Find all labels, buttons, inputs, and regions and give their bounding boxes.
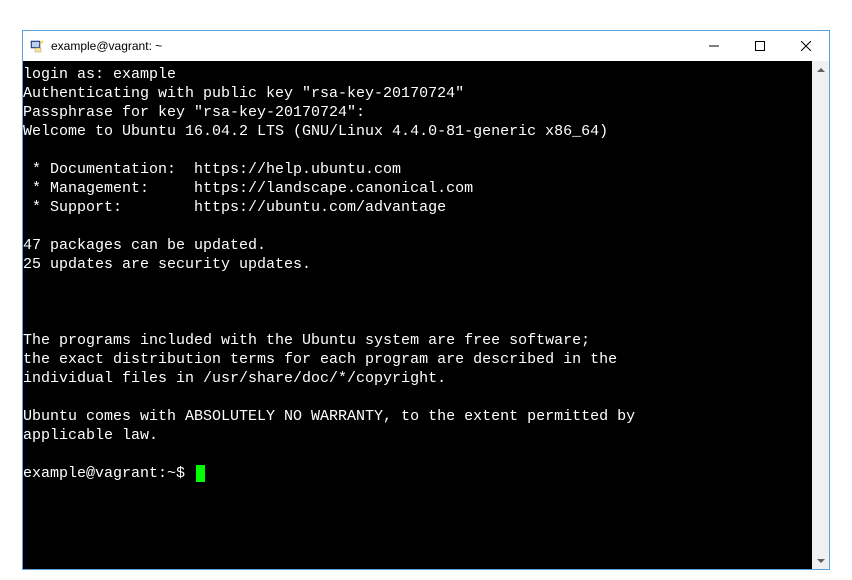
terminal-line	[23, 388, 810, 407]
terminal-window: example@vagrant: ~ login as: exampleAuth…	[22, 30, 830, 570]
terminal-line: Authenticating with public key "rsa-key-…	[23, 84, 810, 103]
terminal-line	[23, 217, 810, 236]
terminal-line: login as: example	[23, 65, 810, 84]
terminal-line: Welcome to Ubuntu 16.04.2 LTS (GNU/Linux…	[23, 122, 810, 141]
titlebar[interactable]: example@vagrant: ~	[23, 31, 829, 61]
terminal-line: the exact distribution terms for each pr…	[23, 350, 810, 369]
terminal-line	[23, 141, 810, 160]
terminal-line: individual files in /usr/share/doc/*/cop…	[23, 369, 810, 388]
terminal-line	[23, 445, 810, 464]
terminal-prompt[interactable]: example@vagrant:~$	[23, 464, 810, 483]
scrollbar-track[interactable]	[812, 78, 829, 552]
close-button[interactable]	[783, 31, 829, 61]
maximize-button[interactable]	[737, 31, 783, 61]
chevron-up-icon	[817, 68, 825, 72]
terminal-line: * Support: https://ubuntu.com/advantage	[23, 198, 810, 217]
terminal-line	[23, 274, 810, 293]
chevron-down-icon	[817, 559, 825, 563]
terminal-line	[23, 312, 810, 331]
terminal-line: Passphrase for key "rsa-key-20170724":	[23, 103, 810, 122]
scroll-down-button[interactable]	[812, 552, 829, 569]
terminal-line	[23, 293, 810, 312]
terminal-line: 25 updates are security updates.	[23, 255, 810, 274]
window-title: example@vagrant: ~	[51, 39, 162, 53]
window-controls	[691, 31, 829, 61]
terminal-line: * Documentation: https://help.ubuntu.com	[23, 160, 810, 179]
minimize-button[interactable]	[691, 31, 737, 61]
terminal-line: * Management: https://landscape.canonica…	[23, 179, 810, 198]
terminal-output[interactable]: login as: exampleAuthenticating with pub…	[23, 61, 812, 569]
terminal-area: login as: exampleAuthenticating with pub…	[23, 61, 829, 569]
putty-icon	[29, 38, 45, 54]
terminal-line: 47 packages can be updated.	[23, 236, 810, 255]
terminal-line: The programs included with the Ubuntu sy…	[23, 331, 810, 350]
scrollbar[interactable]	[812, 61, 829, 569]
terminal-line: Ubuntu comes with ABSOLUTELY NO WARRANTY…	[23, 407, 810, 426]
terminal-line: applicable law.	[23, 426, 810, 445]
prompt-text: example@vagrant:~$	[23, 464, 194, 483]
scroll-up-button[interactable]	[812, 61, 829, 78]
cursor	[196, 465, 205, 482]
